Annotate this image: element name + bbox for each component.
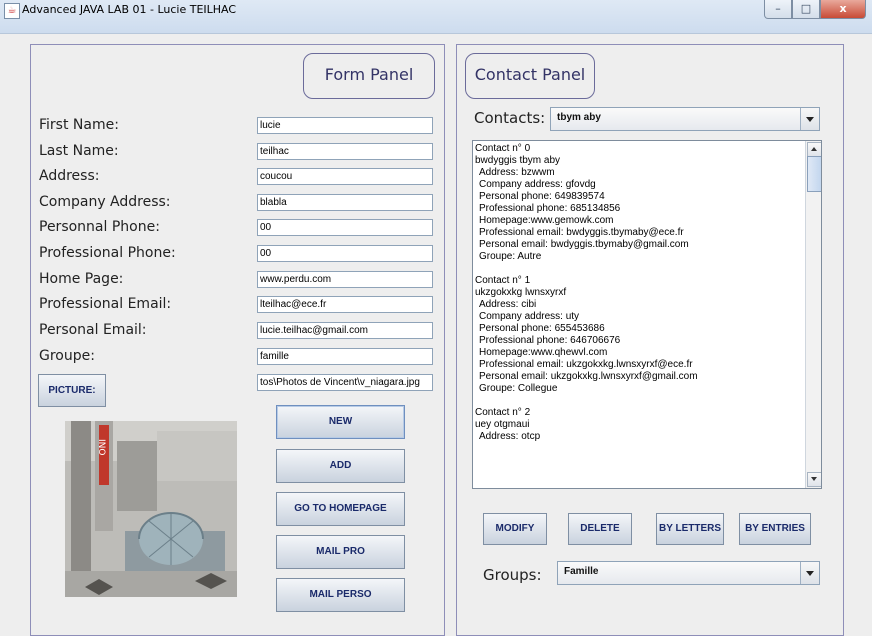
personal-email-input[interactable]: lucie.teilhac@gmail.com (257, 322, 433, 339)
first-name-input[interactable]: lucie (257, 117, 433, 134)
groups-selected: Famille (564, 566, 599, 577)
contact-line: Contact n° 0 (475, 143, 531, 154)
by-entries-button[interactable]: BY ENTRIES (739, 513, 811, 545)
go-to-homepage-button[interactable]: GO TO HOMEPAGE (276, 492, 405, 526)
title-bar: ☕ Advanced JAVA LAB 01 - Lucie TEILHAC –… (0, 0, 872, 34)
scroll-thumb[interactable] (807, 156, 821, 192)
contact-line: Professional phone: 646706676 (479, 335, 621, 346)
address-input[interactable]: coucou (257, 168, 433, 185)
mail-pro-button[interactable]: MAIL PRO (276, 535, 405, 569)
contacts-list: Contact n° 0 bwdyggis tbym aby Address: … (475, 143, 803, 455)
professional-phone-label: Professional Phone: (39, 245, 176, 261)
window-controls: – □ x (764, 0, 866, 20)
chevron-down-icon[interactable] (800, 562, 819, 584)
last-name-input[interactable]: teilhac (257, 143, 433, 160)
contact-line: Address: bzwwm (479, 167, 555, 178)
contact-line: Address: cibi (479, 299, 537, 310)
personal-phone-input[interactable]: 00 (257, 219, 433, 236)
form-panel-title: Form Panel (303, 53, 435, 99)
contact-line: Company address: uty (479, 311, 580, 322)
professional-email-label: Professional Email: (39, 296, 172, 312)
photo-sign-text: INO (96, 439, 106, 455)
contacts-scrollbar[interactable] (805, 141, 821, 488)
company-address-label: Company Address: (39, 194, 171, 210)
by-letters-button[interactable]: BY LETTERS (656, 513, 724, 545)
delete-button[interactable]: DELETE (568, 513, 632, 545)
mail-perso-button[interactable]: MAIL PERSO (276, 578, 405, 612)
address-label: Address: (39, 168, 100, 184)
contact-line: Homepage:www.gemowk.com (479, 215, 614, 226)
contact-line: bwdyggis tbym aby (475, 155, 561, 166)
form-panel: Form Panel First Name: lucie Last Name: … (30, 44, 445, 636)
contact-entry: Contact n° 1 ukzgokxkg lwnsxyrxf Address… (475, 275, 803, 395)
personal-phone-label: Personnal Phone: (39, 219, 160, 235)
picture-button[interactable]: PICTURE: (38, 374, 106, 407)
last-name-label: Last Name: (39, 143, 119, 159)
company-address-input[interactable]: blabla (257, 194, 433, 211)
contact-picture: INO (65, 421, 237, 597)
contact-line: Personal email: bwdyggis.tbymaby@gmail.c… (479, 239, 689, 250)
city-photo-image: INO (65, 421, 237, 597)
first-name-label: First Name: (39, 117, 119, 133)
contact-line: ukzgokxkg lwnsxyrxf (475, 287, 567, 298)
add-button[interactable]: ADD (276, 449, 405, 483)
contact-line: Contact n° 2 (475, 407, 531, 418)
contacts-dropdown[interactable]: tbym aby (550, 107, 820, 131)
contact-panel: Contact Panel Contacts: tbym aby Contact… (456, 44, 844, 636)
professional-email-input[interactable]: lteilhac@ece.fr (257, 296, 433, 313)
contact-line: Groupe: Collegue (479, 383, 558, 394)
contact-line: Personal phone: 655453686 (479, 323, 605, 334)
contact-line: Personal phone: 649839574 (479, 191, 605, 202)
personal-email-label: Personal Email: (39, 322, 147, 338)
scroll-down-arrow-icon[interactable] (807, 472, 821, 487)
contact-line: Homepage:www.qhewvl.com (479, 347, 608, 358)
chevron-down-icon[interactable] (800, 108, 819, 130)
contact-entry: Contact n° 0 bwdyggis tbym aby Address: … (475, 143, 803, 263)
close-button[interactable]: x (820, 0, 866, 19)
groupe-input[interactable]: famille (257, 348, 433, 365)
picture-path-input[interactable]: tos\Photos de Vincent\v_niagara.jpg (257, 374, 433, 391)
contact-line: Professional email: ukzgokxkg.lwnsxyrxf@… (479, 359, 693, 370)
minimize-button[interactable]: – (764, 0, 792, 19)
scroll-up-arrow-icon[interactable] (807, 142, 821, 157)
contact-line: Personal email: ukzgokxkg.lwnsxyrxf@gmai… (479, 371, 698, 382)
professional-phone-input[interactable]: 00 (257, 245, 433, 262)
contact-line: Company address: gfovdg (479, 179, 596, 190)
contact-line: Address: otcp (479, 431, 541, 442)
contact-line: uey otgmaui (475, 419, 530, 430)
contact-line: Professional phone: 685134856 (479, 203, 621, 214)
contact-line: Groupe: Autre (479, 251, 542, 262)
home-page-label: Home Page: (39, 271, 124, 287)
contact-panel-title: Contact Panel (465, 53, 595, 99)
maximize-button[interactable]: □ (792, 0, 820, 19)
contact-line: Contact n° 1 (475, 275, 531, 286)
contact-entry: Contact n° 2 uey otgmaui Address: otcp (475, 407, 803, 443)
contacts-selected: tbym aby (557, 112, 601, 123)
home-page-input[interactable]: www.perdu.com (257, 271, 433, 288)
new-button[interactable]: NEW (276, 405, 405, 439)
contacts-text-area[interactable]: Contact n° 0 bwdyggis tbym aby Address: … (472, 140, 822, 489)
modify-button[interactable]: MODIFY (483, 513, 547, 545)
groups-dropdown[interactable]: Famille (557, 561, 820, 585)
java-app-icon: ☕ (4, 3, 20, 19)
contacts-label: Contacts: (474, 109, 546, 127)
groupe-label: Groupe: (39, 348, 95, 364)
window-title: Advanced JAVA LAB 01 - Lucie TEILHAC (22, 3, 237, 16)
groups-label: Groups: (483, 566, 542, 584)
contact-line: Professional email: bwdyggis.tbymaby@ece… (479, 227, 684, 238)
